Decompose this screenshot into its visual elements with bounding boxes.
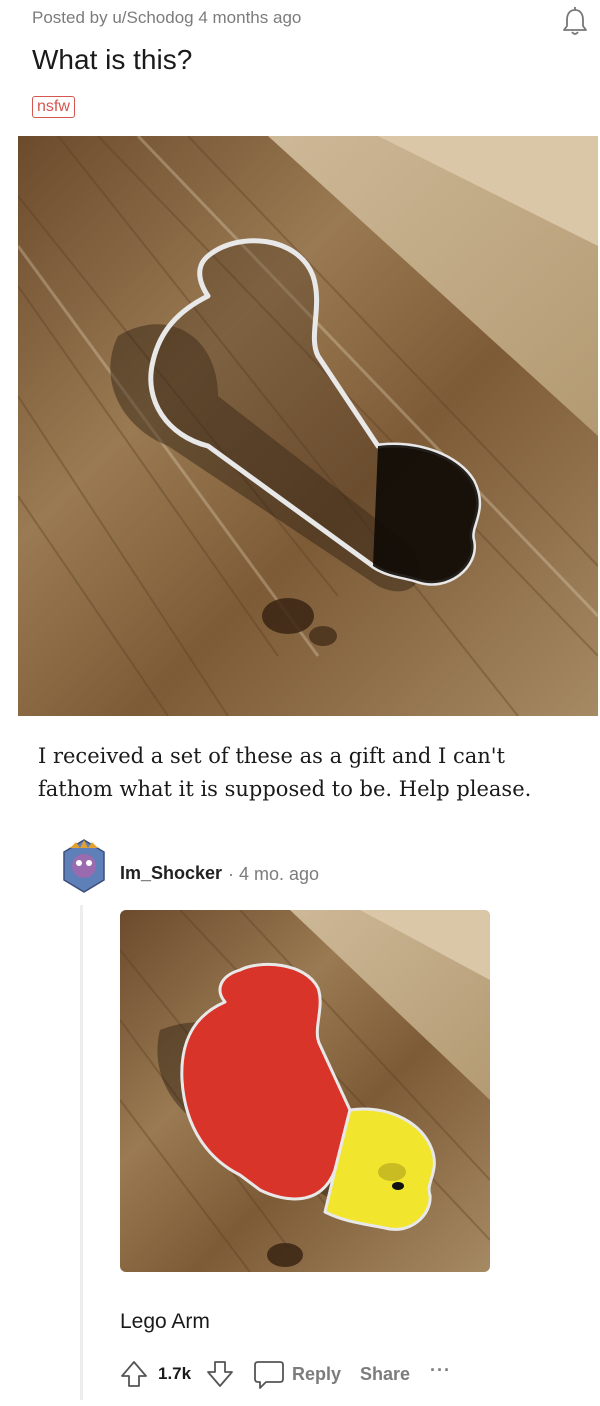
speech-bubble-icon[interactable] bbox=[252, 1356, 286, 1392]
more-options-button[interactable]: ··· bbox=[430, 1360, 451, 1381]
comment-score: 1.7k bbox=[158, 1364, 192, 1383]
comment-time: · 4 mo. ago bbox=[228, 864, 320, 884]
share-button[interactable]: Share bbox=[360, 1364, 410, 1385]
comment-text: Lego Arm bbox=[120, 1310, 210, 1333]
comment-actions: 1.7k Reply Share ··· bbox=[118, 1356, 588, 1392]
comment-username[interactable]: Im_Shocker bbox=[120, 863, 222, 884]
post-image[interactable] bbox=[18, 136, 598, 716]
post-title[interactable]: What is this? bbox=[32, 44, 192, 76]
bell-icon[interactable] bbox=[560, 6, 590, 38]
upvote-arrow-icon[interactable] bbox=[118, 1356, 150, 1392]
nsfw-flair: nsfw bbox=[32, 96, 75, 118]
thread-line[interactable] bbox=[80, 905, 83, 1400]
avatar[interactable] bbox=[62, 838, 106, 894]
reply-button[interactable]: Reply bbox=[292, 1364, 341, 1385]
downvote-arrow-icon[interactable] bbox=[204, 1356, 236, 1392]
post-meta: Posted by u/Schodog 4 months ago bbox=[32, 8, 302, 27]
post-body: I received a set of these as a gift and … bbox=[38, 744, 532, 801]
comment-image[interactable] bbox=[120, 910, 490, 1272]
